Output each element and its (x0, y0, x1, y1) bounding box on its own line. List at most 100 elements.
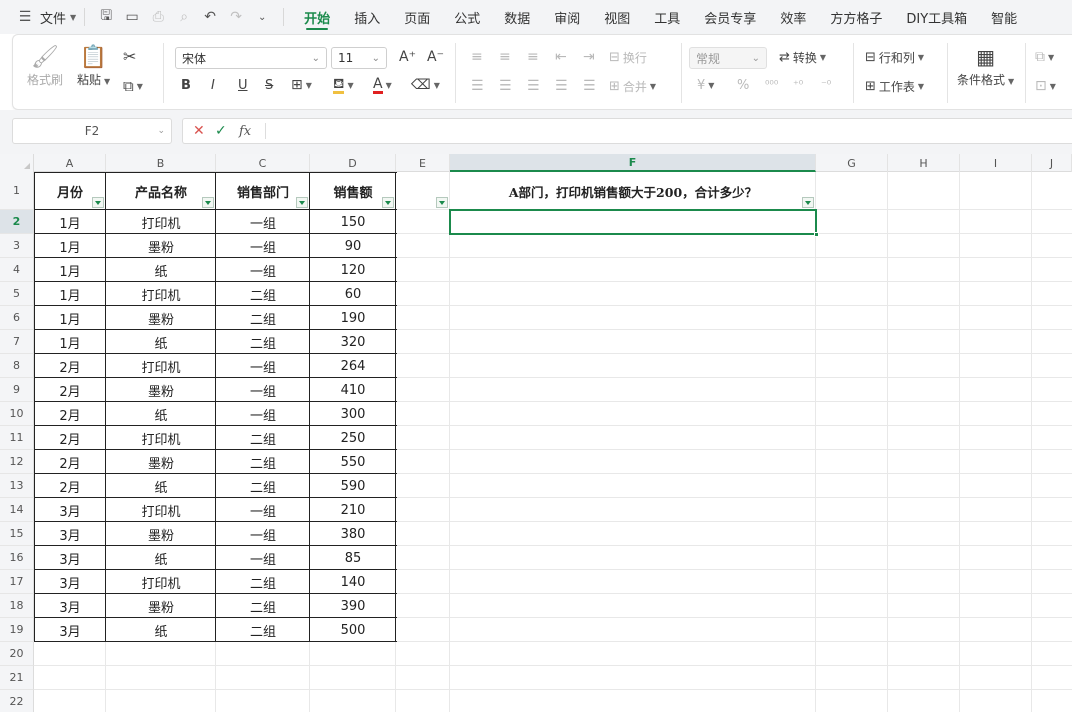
save-icon[interactable]: 🖫 (95, 6, 117, 28)
row-header-2[interactable]: 2 (0, 210, 34, 234)
table-cell[interactable]: 一组 (216, 234, 310, 258)
tab-7[interactable]: 视图 (592, 0, 642, 34)
row-header-3[interactable]: 3 (0, 234, 34, 258)
formula-input[interactable] (274, 119, 1072, 143)
table-cell[interactable]: 2月 (34, 426, 106, 450)
table-cell[interactable]: 1月 (34, 282, 106, 306)
filter-dropdown-icon[interactable] (296, 197, 308, 208)
column-header-h[interactable]: H (888, 154, 960, 172)
font-shrink-button[interactable]: A⁻ (427, 49, 444, 65)
row-header-14[interactable]: 14 (0, 498, 34, 522)
table-cell[interactable]: 一组 (216, 402, 310, 426)
table-cell[interactable]: 二组 (216, 426, 310, 450)
italic-button[interactable]: I (211, 78, 215, 93)
align-middle-button[interactable]: ≡ (499, 49, 511, 65)
row-header-22[interactable]: 22 (0, 690, 34, 712)
column-header-i[interactable]: I (960, 154, 1032, 172)
table-cell[interactable]: 墨粉 (106, 378, 216, 402)
row-header-1[interactable]: 1 (0, 172, 34, 210)
row-header-10[interactable]: 10 (0, 402, 34, 426)
row-header-16[interactable]: 16 (0, 546, 34, 570)
table-cell[interactable]: 3月 (34, 594, 106, 618)
table-cell[interactable]: 纸 (106, 618, 216, 642)
row-header-5[interactable]: 5 (0, 282, 34, 306)
distributed-button[interactable]: ☰ (583, 78, 596, 94)
table-cell[interactable]: 85 (310, 546, 396, 570)
table-cell[interactable]: 一组 (216, 498, 310, 522)
row-header-21[interactable]: 21 (0, 666, 34, 690)
table-cell[interactable]: 120 (310, 258, 396, 282)
table-cell[interactable]: 二组 (216, 282, 310, 306)
tab-12[interactable]: DIY工具箱 (894, 0, 979, 34)
tab-9[interactable]: 会员专享 (692, 0, 768, 34)
column-header-j[interactable]: J (1032, 154, 1072, 172)
align-left-button[interactable]: ☰ (471, 78, 484, 94)
table-header-b[interactable]: 产品名称 (106, 172, 216, 210)
filter-dropdown-icon[interactable] (202, 197, 214, 208)
paste-button[interactable]: 📋 粘贴 ▼ (77, 43, 110, 88)
row-header-19[interactable]: 19 (0, 618, 34, 642)
indent-decrease-button[interactable]: ⇤ (555, 49, 567, 65)
table-cell[interactable]: 550 (310, 450, 396, 474)
tab-10[interactable]: 效率 (768, 0, 818, 34)
table-cell[interactable]: 190 (310, 306, 396, 330)
fill-color-button[interactable]: ⛾ ▼ (333, 77, 354, 94)
table-cell[interactable]: 墨粉 (106, 522, 216, 546)
table-cell[interactable]: 一组 (216, 378, 310, 402)
table-cell[interactable]: 410 (310, 378, 396, 402)
row-header-11[interactable]: 11 (0, 426, 34, 450)
table-cell[interactable]: 1月 (34, 330, 106, 354)
percent-button[interactable]: % (737, 78, 749, 93)
indent-increase-button[interactable]: ⇥ (583, 49, 595, 65)
table-cell[interactable]: 1月 (34, 258, 106, 282)
row-header-15[interactable]: 15 (0, 522, 34, 546)
question-cell[interactable]: A部门，打印机销售额大于200，合计多少？ (450, 172, 816, 210)
format-painter-button[interactable]: 🖌 格式刷 (27, 43, 63, 88)
cancel-icon[interactable]: ✕ (193, 123, 211, 139)
column-header-e[interactable]: E (396, 154, 450, 172)
wrap-text-button[interactable]: ⊟ 换行 (609, 49, 647, 66)
column-header-c[interactable]: C (216, 154, 310, 172)
table-cell[interactable]: 墨粉 (106, 594, 216, 618)
column-header-g[interactable]: G (816, 154, 888, 172)
row-header-8[interactable]: 8 (0, 354, 34, 378)
column-header-f[interactable]: F (450, 154, 816, 172)
table-cell[interactable]: 2月 (34, 450, 106, 474)
table-cell[interactable]: 二组 (216, 474, 310, 498)
border-button[interactable]: ⊞ ▼ (291, 77, 312, 93)
table-cell[interactable]: 纸 (106, 474, 216, 498)
row-col-button[interactable]: ⊟ 行和列 ▼ (865, 49, 924, 66)
table-cell[interactable]: 打印机 (106, 210, 216, 234)
export-pdf-icon[interactable]: ▭ (121, 6, 143, 28)
tab-3[interactable]: 页面 (392, 0, 442, 34)
table-cell[interactable]: 1月 (34, 306, 106, 330)
column-header-d[interactable]: D (310, 154, 396, 172)
file-menu[interactable]: 文件 (40, 8, 66, 27)
table-cell[interactable]: 二组 (216, 330, 310, 354)
table-cell[interactable]: 320 (310, 330, 396, 354)
tab-13[interactable]: 智能 (979, 0, 1029, 34)
table-cell[interactable]: 墨粉 (106, 450, 216, 474)
row-header-6[interactable]: 6 (0, 306, 34, 330)
spreadsheet-grid[interactable]: ABCDEFGHIJ 1 2 3 4 5 6 7 8 9 10 11 12 13 14 15 16 17 18 19… (0, 154, 1072, 712)
table-cell[interactable]: 纸 (106, 258, 216, 282)
table-cell[interactable]: 60 (310, 282, 396, 306)
table-cell[interactable]: 打印机 (106, 498, 216, 522)
number-format-select[interactable]: 常规 ⌄ (689, 47, 767, 69)
table-cell[interactable]: 纸 (106, 330, 216, 354)
align-right-button[interactable]: ☰ (527, 78, 540, 94)
table-style-button[interactable]: ⊡ ▼ (1035, 78, 1056, 94)
currency-button[interactable]: ¥ ▼ (697, 78, 714, 93)
table-cell[interactable]: 墨粉 (106, 306, 216, 330)
table-cell[interactable]: 3月 (34, 546, 106, 570)
tab-8[interactable]: 工具 (642, 0, 692, 34)
table-cell[interactable]: 2月 (34, 402, 106, 426)
row-header-17[interactable]: 17 (0, 570, 34, 594)
table-cell[interactable]: 打印机 (106, 282, 216, 306)
table-cell[interactable]: 2月 (34, 354, 106, 378)
tab-1[interactable]: 开始 (292, 0, 342, 34)
selected-cell-f2[interactable] (449, 209, 819, 237)
font-name-select[interactable]: 宋体 ⌄ (175, 47, 327, 69)
bold-button[interactable]: B (181, 78, 191, 93)
table-cell[interactable]: 一组 (216, 522, 310, 546)
